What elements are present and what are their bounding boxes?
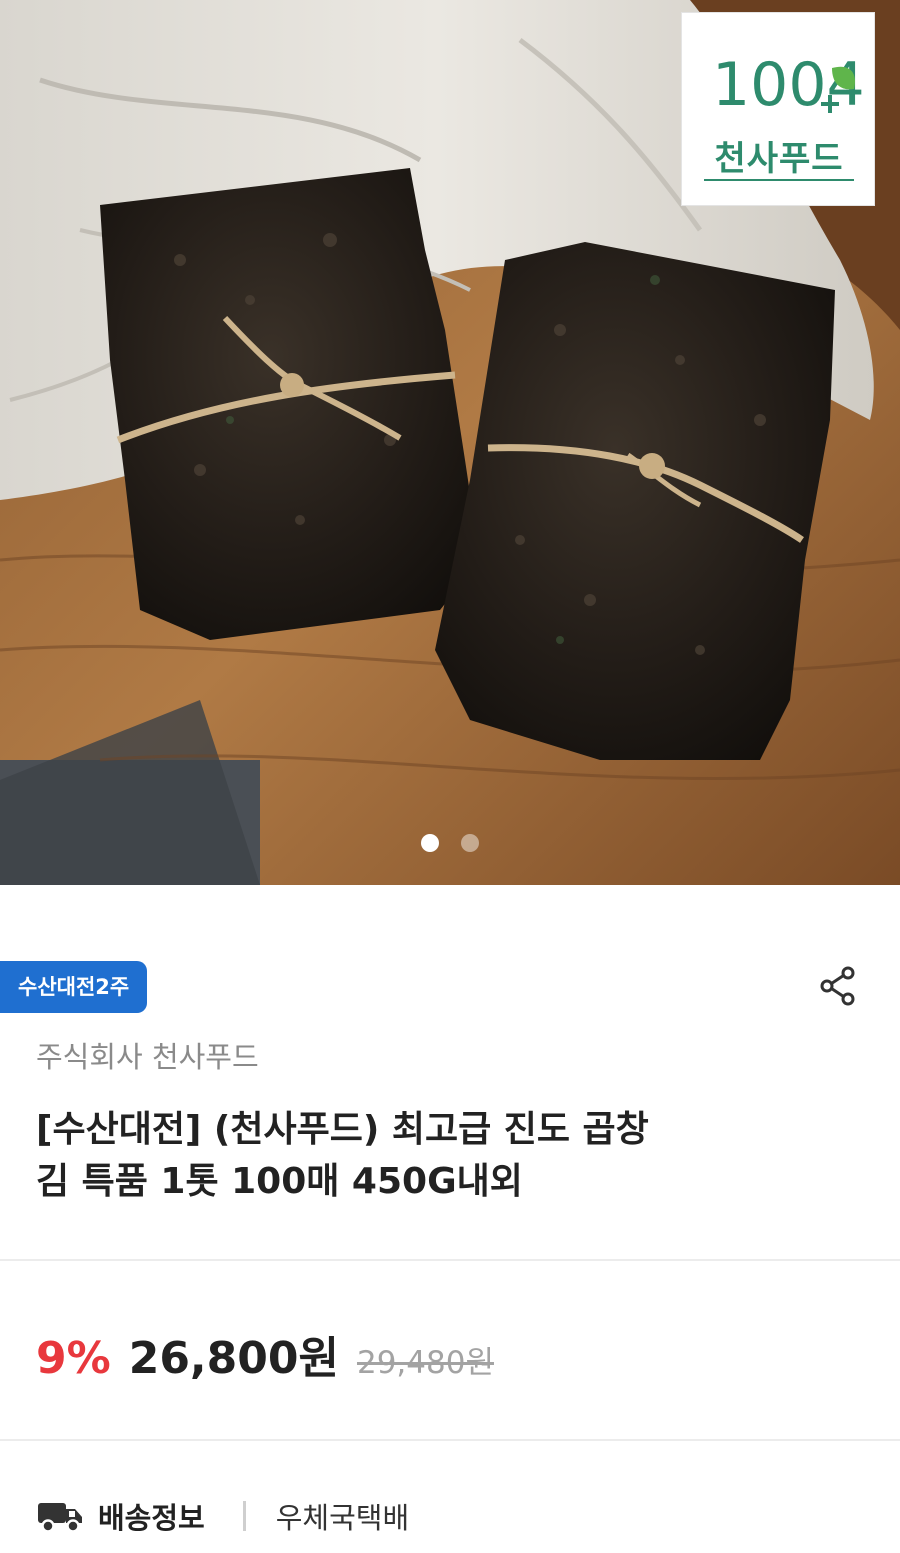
product-image-gallery[interactable]: 1004 천사푸드: [0, 0, 900, 885]
truck-icon: [38, 1503, 82, 1533]
shipping-info-row[interactable]: 배송정보 우체국택배: [36, 1490, 409, 1542]
share-button[interactable]: [814, 962, 862, 1010]
brand-logo-underline: [704, 179, 854, 181]
product-title-line-1: [수산대전] (천사푸드) 최고급 진도 곱창: [36, 1109, 649, 1150]
gallery-dot-2[interactable]: [461, 834, 479, 852]
seller-name[interactable]: 주식회사 천사푸드: [36, 1034, 259, 1076]
shipping-label: 배송정보: [98, 1501, 205, 1535]
product-title-line-2: 김 특품 1톳 100매 450G내외: [36, 1161, 523, 1202]
brand-logo: 1004 천사푸드: [681, 12, 875, 206]
divider: [0, 1259, 900, 1261]
original-price: 29,480원: [356, 1345, 494, 1381]
sale-price: 26,800원: [128, 1333, 339, 1384]
shipping-carrier: 우체국택배: [275, 1501, 410, 1535]
shipping-separator: [242, 1501, 246, 1531]
brand-logo-name: 천사푸드: [714, 139, 844, 179]
gallery-dot-1[interactable]: [421, 834, 439, 852]
discount-rate: 9%: [36, 1333, 111, 1384]
product-title: [수산대전] (천사푸드) 최고급 진도 곱창 김 특품 1톳 100매 450…: [36, 1104, 796, 1208]
promo-badge: 수산대전2주: [0, 961, 148, 1013]
gallery-pagination: [0, 834, 900, 852]
share-icon: [820, 966, 855, 1006]
divider: [0, 1439, 900, 1441]
price-row: 9% 26,800원 29,480원: [36, 1322, 494, 1384]
